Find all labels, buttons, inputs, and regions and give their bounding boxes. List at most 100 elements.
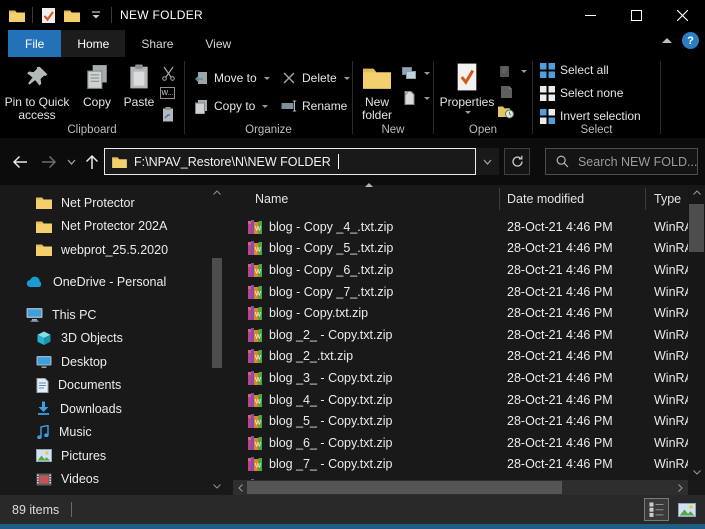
- sidebar-item-net-protector-202a[interactable]: Net Protector 202A: [0, 215, 226, 239]
- tab-share[interactable]: Share: [125, 30, 189, 57]
- up-icon[interactable]: [82, 152, 102, 172]
- file-row[interactable]: W blog _2_.txt.zip 28-Oct-21 4:46 PM Win…: [233, 346, 688, 368]
- items-count: 89 items: [12, 503, 59, 517]
- select-all-button[interactable]: Select all: [539, 62, 609, 78]
- collapse-ribbon-icon[interactable]: [662, 38, 672, 43]
- refresh-icon[interactable]: [504, 148, 530, 175]
- copy-to-button[interactable]: Copy to: [193, 98, 268, 114]
- scroll-up-icon[interactable]: [688, 185, 705, 200]
- file-row[interactable]: W blog _4_ - Copy.txt.zip 28-Oct-21 4:46…: [233, 389, 688, 411]
- sidebar-item-this-pc[interactable]: This PC: [0, 303, 226, 327]
- invert-selection-button[interactable]: Invert selection: [539, 108, 641, 124]
- help-icon[interactable]: ?: [682, 32, 699, 49]
- group-label-new: New: [353, 124, 433, 136]
- select-none-button[interactable]: Select none: [539, 85, 623, 101]
- file-row[interactable]: W blog - Copy _5_.txt.zip 28-Oct-21 4:46…: [233, 238, 688, 260]
- file-row[interactable]: W blog - Copy _6_.txt.zip 28-Oct-21 4:46…: [233, 259, 688, 281]
- history-icon: [498, 104, 514, 120]
- column-header-type[interactable]: Type: [654, 192, 681, 206]
- file-row[interactable]: W blog _5_ - Copy.txt.zip 28-Oct-21 4:46…: [233, 410, 688, 432]
- maximize-button[interactable]: [613, 0, 659, 30]
- sidebar-item-3d-objects[interactable]: 3D Objects: [0, 327, 226, 351]
- horizontal-scroll-thumb[interactable]: [247, 481, 562, 494]
- file-type: WinRA: [654, 328, 688, 342]
- main-area: Net Protector Net Protector 202A webprot…: [0, 185, 705, 495]
- paste-shortcut-button[interactable]: [160, 106, 176, 122]
- qat-customize-dropdown-icon[interactable]: [87, 6, 105, 24]
- cut-button[interactable]: [160, 65, 176, 81]
- explorer-folder-icon[interactable]: [8, 6, 26, 24]
- delete-button[interactable]: Delete: [281, 70, 350, 86]
- group-label-select: Select: [533, 124, 660, 136]
- folder-icon: [36, 196, 52, 209]
- scroll-left-icon[interactable]: [233, 480, 248, 495]
- winrar-zip-icon: W: [248, 393, 262, 407]
- column-header-name[interactable]: Name: [255, 192, 288, 206]
- sidebar-item-downloads[interactable]: Downloads: [0, 397, 226, 421]
- tab-view[interactable]: View: [189, 30, 247, 57]
- sidebar-scroll-up-icon[interactable]: [210, 185, 224, 199]
- horizontal-scrollbar[interactable]: [233, 480, 688, 495]
- file-row[interactable]: W blog - Copy.txt.zip 28-Oct-21 4:46 PM …: [233, 302, 688, 324]
- sidebar-item-music[interactable]: Music: [0, 421, 226, 445]
- file-type: WinRA: [654, 414, 688, 428]
- easy-access-button[interactable]: [401, 65, 430, 81]
- open-button[interactable]: [498, 63, 527, 79]
- move-to-button[interactable]: Move to: [193, 70, 270, 86]
- vertical-scroll-thumb[interactable]: [689, 204, 704, 252]
- file-row[interactable]: W blog - Copy _7_.txt.zip 28-Oct-21 4:46…: [233, 281, 688, 303]
- recent-locations-dropdown-icon[interactable]: [64, 152, 78, 172]
- tab-home[interactable]: Home: [61, 30, 125, 57]
- file-row[interactable]: W blog - Copy _4_.txt.zip 28-Oct-21 4:46…: [233, 216, 688, 238]
- file-type: WinRA: [654, 220, 688, 234]
- sidebar-item-pictures[interactable]: Pictures: [0, 444, 226, 468]
- sidebar-scrollbar[interactable]: [210, 185, 224, 493]
- sidebar-item-desktop[interactable]: Desktop: [0, 350, 226, 374]
- sidebar-item-webprot[interactable]: webprot_25.5.2020: [0, 238, 226, 262]
- file-row[interactable]: W blog _2_ - Copy.txt.zip 28-Oct-21 4:46…: [233, 324, 688, 346]
- edit-button[interactable]: [498, 84, 514, 100]
- file-row[interactable]: W blog _6_ - Copy.txt.zip 28-Oct-21 4:46…: [233, 432, 688, 454]
- title-bar: NEW FOLDER: [0, 0, 705, 30]
- file-row[interactable]: W blog _7_ - Copy.txt.zip 28-Oct-21 4:46…: [233, 454, 688, 476]
- qat-new-folder-icon[interactable]: [63, 6, 81, 24]
- sidebar-scroll-thumb[interactable]: [212, 258, 222, 368]
- details-view-button[interactable]: [644, 498, 669, 521]
- winrar-zip-icon: W: [248, 457, 262, 471]
- sidebar-item-videos[interactable]: Videos: [0, 468, 226, 492]
- minimize-button[interactable]: [567, 0, 613, 30]
- copy-button[interactable]: Copy: [76, 61, 118, 109]
- column-header-date-modified[interactable]: Date modified: [507, 192, 584, 206]
- tab-file[interactable]: File: [8, 30, 61, 57]
- move-to-label: Move to: [214, 71, 257, 85]
- paste-button[interactable]: Paste: [118, 61, 160, 109]
- sidebar-item-documents[interactable]: Documents: [0, 374, 226, 398]
- scroll-down-icon[interactable]: [688, 465, 705, 480]
- forward-icon[interactable]: [39, 152, 59, 172]
- scroll-right-icon[interactable]: [673, 480, 688, 495]
- vertical-scrollbar[interactable]: [688, 185, 705, 480]
- sidebar-item-net-protector[interactable]: Net Protector: [0, 191, 226, 215]
- thumbnails-view-button[interactable]: [674, 498, 699, 521]
- new-item-button[interactable]: [401, 90, 430, 106]
- address-dropdown-icon[interactable]: [476, 148, 499, 175]
- history-button[interactable]: [498, 104, 514, 120]
- sidebar-item-onedrive[interactable]: OneDrive - Personal: [0, 271, 226, 295]
- copy-to-dropdown-icon: [262, 105, 268, 108]
- rename-button[interactable]: Rename: [281, 98, 347, 114]
- close-button[interactable]: [659, 0, 705, 30]
- pin-to-quick-access-button[interactable]: Pin to Quick access: [4, 61, 70, 122]
- search-box[interactable]: Search NEW FOLD...: [545, 148, 698, 175]
- qat-separator: [111, 7, 112, 23]
- qat-properties-icon[interactable]: [39, 6, 57, 24]
- new-folder-button[interactable]: New folder: [355, 61, 399, 122]
- sidebar-scroll-down-icon[interactable]: [210, 479, 224, 493]
- select-none-icon: [539, 85, 555, 101]
- ribbon: Pin to Quick access Copy Paste W.: [0, 57, 705, 138]
- svg-text:W: W: [255, 354, 262, 362]
- copy-path-button[interactable]: W...: [160, 87, 175, 99]
- back-icon[interactable]: [10, 152, 30, 172]
- properties-button[interactable]: Properties: [438, 61, 496, 114]
- file-row[interactable]: W blog _3_ - Copy.txt.zip 28-Oct-21 4:46…: [233, 367, 688, 389]
- address-bar[interactable]: F:\NPAV_Restore\N\NEW FOLDER: [104, 148, 476, 175]
